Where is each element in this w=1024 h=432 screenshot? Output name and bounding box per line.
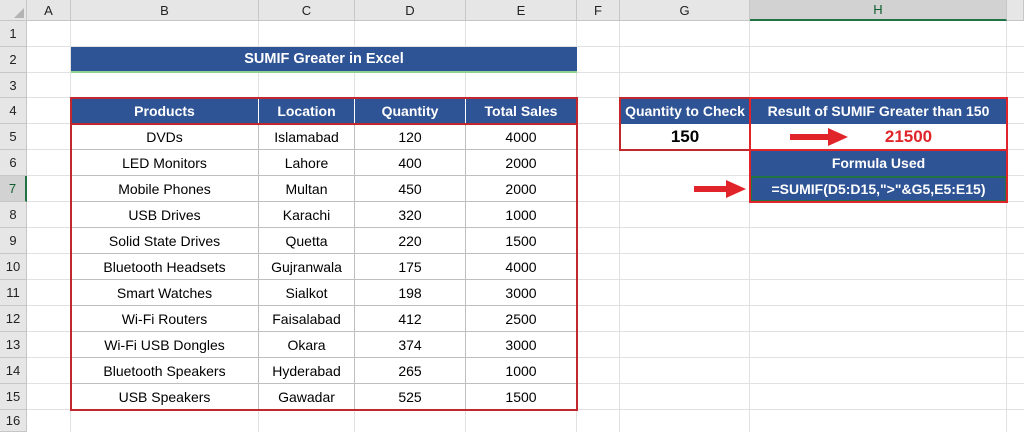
- row-header-7[interactable]: 7: [0, 176, 27, 202]
- column-header-c[interactable]: C: [259, 0, 355, 21]
- result-value-text: 21500: [884, 127, 933, 146]
- total-sales-cell[interactable]: 3000: [466, 332, 577, 358]
- column-header-a[interactable]: A: [27, 0, 71, 21]
- product-cell[interactable]: USB Drives: [71, 202, 259, 228]
- row-header-2[interactable]: 2: [0, 47, 27, 73]
- quantity-to-check-value[interactable]: 150: [620, 124, 750, 150]
- row-header-5[interactable]: 5: [0, 124, 27, 150]
- product-cell[interactable]: USB Speakers: [71, 384, 259, 410]
- location-cell[interactable]: Okara: [259, 332, 355, 358]
- quantity-cell[interactable]: 525: [355, 384, 466, 410]
- total-sales-header: Total Sales: [466, 98, 577, 124]
- sheet-title: SUMIF Greater in Excel: [71, 47, 577, 73]
- select-all-corner[interactable]: [0, 0, 27, 21]
- product-cell[interactable]: Solid State Drives: [71, 228, 259, 254]
- location-cell[interactable]: Hyderabad: [259, 358, 355, 384]
- total-sales-cell[interactable]: 1000: [466, 358, 577, 384]
- total-sales-cell[interactable]: 4000: [466, 124, 577, 150]
- product-cell[interactable]: Smart Watches: [71, 280, 259, 306]
- row-header-6[interactable]: 6: [0, 150, 27, 176]
- total-sales-cell[interactable]: 2000: [466, 150, 577, 176]
- product-cell[interactable]: Wi-Fi Routers: [71, 306, 259, 332]
- location-cell[interactable]: Quetta: [259, 228, 355, 254]
- total-sales-cell[interactable]: 1500: [466, 384, 577, 410]
- row-header-12[interactable]: 12: [0, 306, 27, 332]
- location-cell[interactable]: Lahore: [259, 150, 355, 176]
- product-cell[interactable]: Bluetooth Headsets: [71, 254, 259, 280]
- total-sales-cell[interactable]: 2000: [466, 176, 577, 202]
- quantity-cell[interactable]: 220: [355, 228, 466, 254]
- arrow-right-icon: [790, 128, 848, 146]
- total-sales-cell[interactable]: 1000: [466, 202, 577, 228]
- column-header-b[interactable]: B: [71, 0, 259, 21]
- column-header-g[interactable]: G: [620, 0, 750, 21]
- row-header-1[interactable]: 1: [0, 21, 27, 47]
- location-cell[interactable]: Multan: [259, 176, 355, 202]
- products-header: Products: [71, 98, 259, 124]
- location-cell[interactable]: Karachi: [259, 202, 355, 228]
- quantity-cell[interactable]: 374: [355, 332, 466, 358]
- column-header-d[interactable]: D: [355, 0, 466, 21]
- quantity-cell[interactable]: 412: [355, 306, 466, 332]
- location-cell[interactable]: Faisalabad: [259, 306, 355, 332]
- result-header: Result of SUMIF Greater than 150: [750, 98, 1007, 124]
- row-header-14[interactable]: 14: [0, 358, 27, 384]
- row-header-15[interactable]: 15: [0, 384, 27, 410]
- total-sales-cell[interactable]: 3000: [466, 280, 577, 306]
- quantity-cell[interactable]: 265: [355, 358, 466, 384]
- column-header-f[interactable]: F: [577, 0, 620, 21]
- quantity-cell[interactable]: 120: [355, 124, 466, 150]
- formula-cell[interactable]: =SUMIF(D5:D15,">"&G5,E5:E15): [750, 176, 1007, 202]
- row-header-10[interactable]: 10: [0, 254, 27, 280]
- location-cell[interactable]: Gawadar: [259, 384, 355, 410]
- quantity-cell[interactable]: 450: [355, 176, 466, 202]
- row-header-4[interactable]: 4: [0, 98, 27, 124]
- product-cell[interactable]: Wi-Fi USB Dongles: [71, 332, 259, 358]
- total-sales-cell[interactable]: 2500: [466, 306, 577, 332]
- quantity-cell[interactable]: 320: [355, 202, 466, 228]
- column-header-e[interactable]: E: [466, 0, 577, 21]
- location-cell[interactable]: Gujranwala: [259, 254, 355, 280]
- row-header-11[interactable]: 11: [0, 280, 27, 306]
- column-header-h[interactable]: H: [750, 0, 1007, 21]
- quantity-cell[interactable]: 175: [355, 254, 466, 280]
- location-cell[interactable]: Sialkot: [259, 280, 355, 306]
- total-sales-cell[interactable]: 4000: [466, 254, 577, 280]
- row-header-3[interactable]: 3: [0, 73, 27, 98]
- location-header: Location: [259, 98, 355, 124]
- arrow-right-icon: [694, 180, 746, 198]
- row-header-16[interactable]: 16: [0, 410, 27, 432]
- row-header-13[interactable]: 13: [0, 332, 27, 358]
- quantity-to-check-header: Quantity to Check: [620, 98, 750, 124]
- column-header-i[interactable]: [1007, 0, 1024, 21]
- product-cell[interactable]: LED Monitors: [71, 150, 259, 176]
- formula-used-header: Formula Used: [750, 150, 1007, 176]
- total-sales-cell[interactable]: 1500: [466, 228, 577, 254]
- product-cell[interactable]: Mobile Phones: [71, 176, 259, 202]
- quantity-header: Quantity: [355, 98, 466, 124]
- select-all-triangle-icon: [14, 8, 24, 18]
- location-cell[interactable]: Islamabad: [259, 124, 355, 150]
- row-header-8[interactable]: 8: [0, 202, 27, 228]
- quantity-cell[interactable]: 198: [355, 280, 466, 306]
- product-cell[interactable]: DVDs: [71, 124, 259, 150]
- row-header-9[interactable]: 9: [0, 228, 27, 254]
- quantity-cell[interactable]: 400: [355, 150, 466, 176]
- sumif-result-value[interactable]: 21500: [750, 124, 1007, 150]
- product-cell[interactable]: Bluetooth Speakers: [71, 358, 259, 384]
